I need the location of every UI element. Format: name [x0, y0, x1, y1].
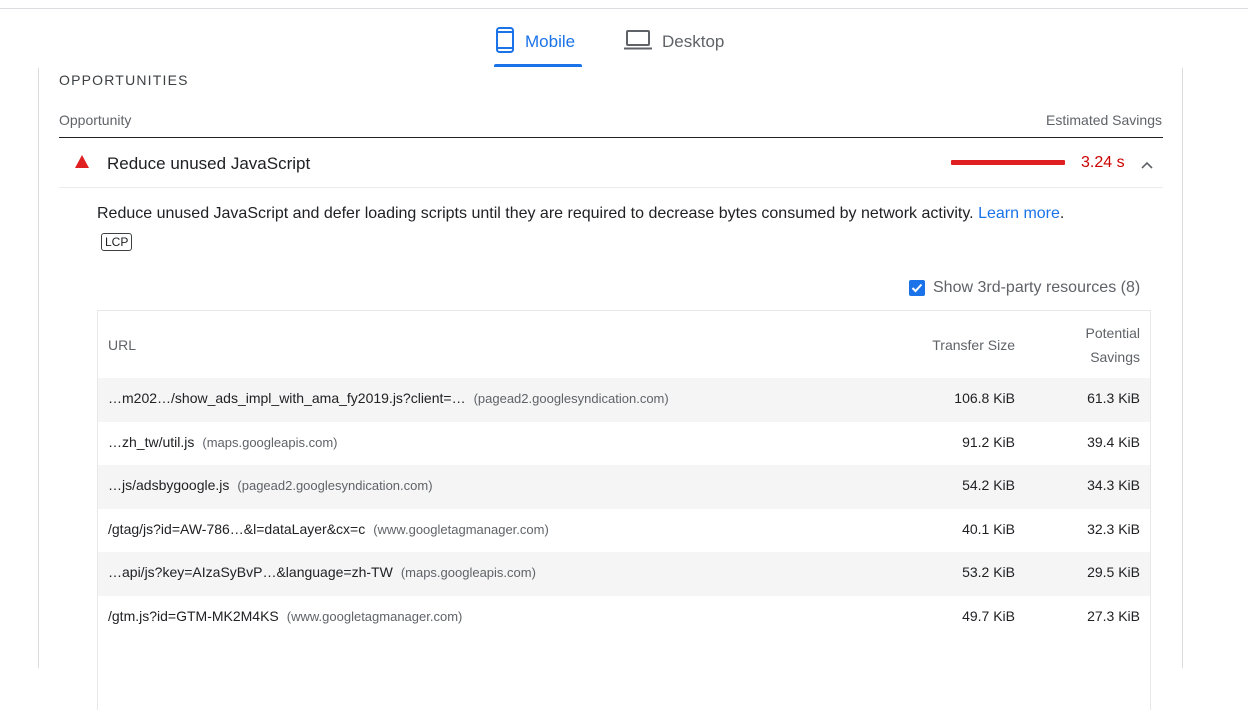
table-row: …zh_tw/util.js (maps.googleapis.com) 91.2… — [98, 422, 1150, 466]
form-factor-tabs: Mobile Desktop — [0, 18, 1248, 68]
potential-savings-cell: 39.4 KiB — [1087, 433, 1140, 450]
url-path: …m202…/show_ads_impl_with_ama_fy2019.js?… — [108, 390, 466, 406]
audit-title: Reduce unused JavaScript — [107, 154, 311, 173]
resource-table: URL Transfer Size Potential Savings …m20… — [97, 310, 1151, 710]
description-period: . — [1059, 205, 1065, 222]
resource-url[interactable]: /gtm.js?id=GTM-MK2M4KS (www.googletagmana… — [108, 608, 462, 624]
learn-more-link[interactable]: Learn more — [978, 205, 1060, 222]
tab-mobile[interactable]: Mobile — [495, 18, 575, 66]
savings-bar — [951, 160, 1065, 165]
checkbox-checked-icon[interactable] — [909, 280, 925, 296]
audit-savings-value: 3.24 s — [1081, 154, 1125, 171]
potential-savings-cell: 32.3 KiB — [1087, 520, 1140, 537]
potential-savings-cell: 61.3 KiB — [1087, 390, 1140, 406]
url-host: (pagead2.googlesyndication.com) — [473, 391, 669, 406]
table-row: …api/js?key=AIzaSyBvP…&language=zh-TW (ma… — [98, 552, 1150, 596]
laptop-icon — [624, 29, 652, 56]
tab-desktop-label: Desktop — [662, 32, 725, 51]
url-path: /gtag/js?id=AW-786…&l=dataLayer&cx=c — [108, 520, 366, 537]
url-path: …js/adsbygoogle.js — [108, 477, 230, 493]
transfer-size-column-header: Transfer Size — [932, 337, 1015, 353]
smartphone-icon — [495, 26, 515, 58]
potential-savings-cell: 34.3 KiB — [1087, 477, 1140, 493]
active-tab-indicator — [494, 64, 582, 67]
resource-url[interactable]: …api/js?key=AIzaSyBvP…&language=zh-TW (ma… — [108, 564, 536, 580]
url-path: /gtm.js?id=GTM-MK2M4KS — [108, 607, 279, 624]
table-row: …js/adsbygoogle.js (pagead2.googlesyndica… — [98, 465, 1150, 509]
opportunity-column-header: Opportunity — [59, 112, 132, 128]
transfer-size-cell: 49.7 KiB — [962, 607, 1015, 624]
transfer-size-cell: 54.2 KiB — [962, 477, 1015, 493]
resource-url[interactable]: …m202…/show_ads_impl_with_ama_fy2019.js?… — [108, 390, 669, 406]
audit-description: Reduce unused JavaScript and defer loadi… — [97, 204, 1064, 224]
url-column-header: URL — [108, 337, 137, 353]
table-row: /gtag/js?id=AW-786…&l=dataLayer&cx=c (www… — [98, 509, 1150, 553]
fail-triangle-icon — [75, 155, 89, 168]
estimated-savings-column-header: Estimated Savings — [1046, 112, 1162, 128]
url-host: (pagead2.googlesyndication.com) — [237, 478, 433, 493]
lcp-badge: LCP — [101, 233, 133, 251]
potential-savings-header-line1: Potential — [1085, 325, 1140, 341]
tab-mobile-label: Mobile — [525, 32, 576, 51]
chevron-up-icon[interactable] — [1141, 157, 1153, 169]
url-path: …api/js?key=AIzaSyBvP…&language=zh-TW — [108, 564, 393, 580]
resource-url[interactable]: …js/adsbygoogle.js (pagead2.googlesyndica… — [108, 477, 433, 493]
transfer-size-cell: 53.2 KiB — [962, 564, 1015, 580]
section-title: OPPORTUNITIES — [59, 72, 189, 88]
potential-savings-column-header: Potential Savings — [1086, 321, 1140, 369]
top-divider — [0, 8, 1248, 9]
potential-savings-header-line2: Savings — [1090, 349, 1140, 365]
transfer-size-cell: 40.1 KiB — [962, 520, 1015, 537]
opportunities-card: OPPORTUNITIES Opportunity Estimated Savi… — [38, 68, 1183, 710]
resource-url[interactable]: /gtag/js?id=AW-786…&l=dataLayer&cx=c (www… — [108, 521, 549, 537]
transfer-size-cell: 106.8 KiB — [954, 390, 1015, 406]
url-host: (www.googletagmanager.com) — [286, 608, 463, 624]
potential-savings-cell: 29.5 KiB — [1087, 564, 1140, 580]
tab-desktop[interactable]: Desktop — [624, 18, 724, 66]
table-row: …m202…/show_ads_impl_with_ama_fy2019.js?… — [98, 378, 1150, 422]
transfer-size-cell: 91.2 KiB — [962, 433, 1015, 450]
show-3rd-party-toggle[interactable]: Show 3rd-party resources (8) — [909, 279, 1140, 297]
table-row: /gtm.js?id=GTM-MK2M4KS (www.googletagmana… — [98, 596, 1150, 640]
url-path: …zh_tw/util.js — [108, 433, 195, 450]
show-3rd-party-label: Show 3rd-party resources (8) — [933, 279, 1141, 296]
resource-url[interactable]: …zh_tw/util.js (maps.googleapis.com) — [108, 434, 337, 450]
url-host: (www.googletagmanager.com) — [373, 521, 549, 537]
audit-description-text: Reduce unused JavaScript and defer loadi… — [97, 205, 974, 222]
url-host: (maps.googleapis.com) — [400, 565, 536, 580]
audit-reduce-unused-js[interactable]: Reduce unused JavaScript 3.24 s — [59, 138, 1163, 188]
potential-savings-cell: 27.3 KiB — [1087, 607, 1140, 624]
url-host: (maps.googleapis.com) — [202, 434, 338, 450]
